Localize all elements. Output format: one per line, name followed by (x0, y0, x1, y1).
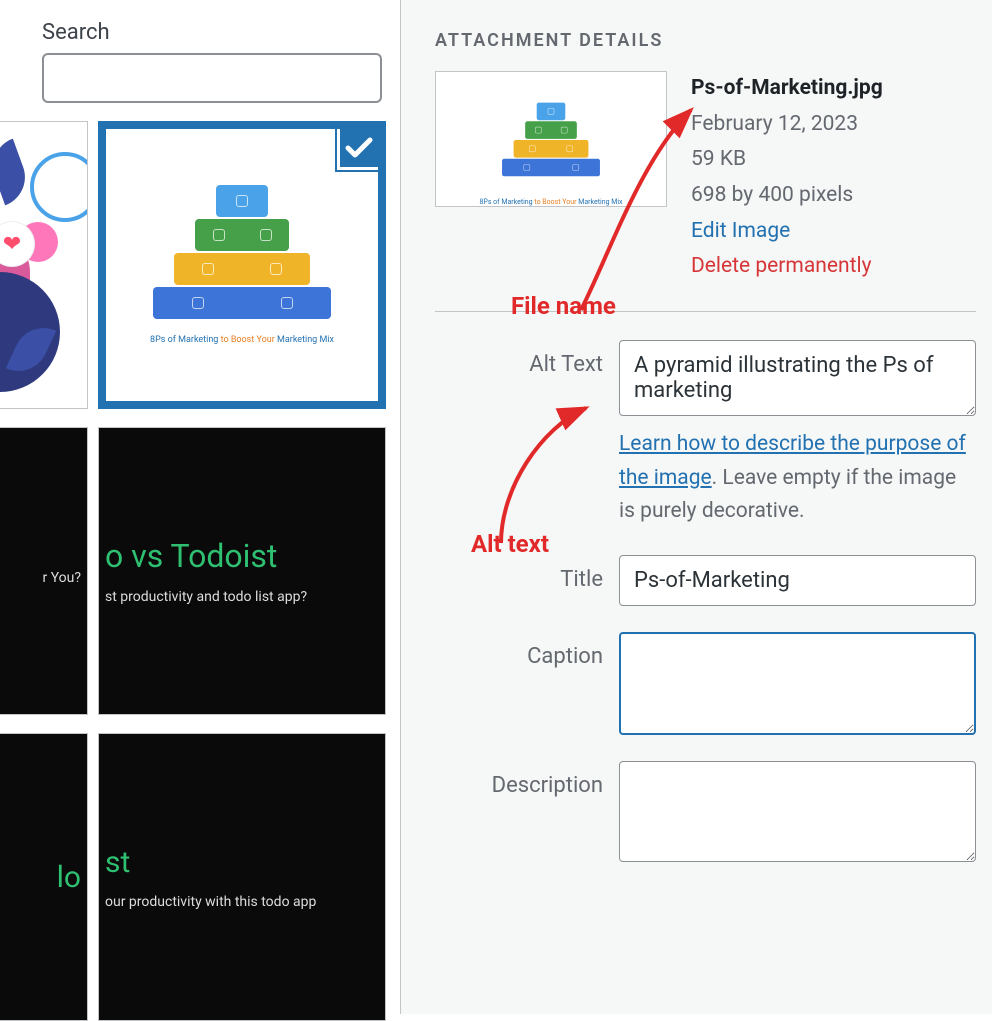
alt-text-label: Alt Text (435, 340, 603, 377)
alt-text-help: Learn how to describe the purpose of the… (619, 428, 976, 529)
search-input[interactable] (42, 53, 382, 103)
caption-label: Caption (435, 632, 603, 669)
thumb-pyramid-selected[interactable]: 8Ps of Marketing to Boost Your Marketing… (98, 121, 386, 409)
panel-heading: ATTACHMENT DETAILS (435, 30, 976, 51)
search-label: Search (42, 20, 392, 45)
annotation-filename: File name (511, 292, 616, 320)
attachment-dimensions: 698 by 400 pixels (691, 178, 883, 214)
thumb-sub: r You? (6, 570, 87, 586)
thumb-sub: our productivity with this todo app (105, 894, 385, 910)
checkmark-icon (337, 126, 381, 170)
thumb-caption: 8Ps of Marketing to Boost Your Marketing… (150, 335, 334, 345)
caption-input[interactable] (619, 632, 976, 735)
attachment-size: 59 KB (691, 142, 883, 178)
thumb-black-1[interactable]: o vs Todoist st productivity and todo li… (98, 427, 386, 715)
edit-image-link[interactable]: Edit Image (691, 214, 883, 250)
thumb-illustration[interactable] (0, 121, 88, 409)
thumb-black-2[interactable]: st our productivity with this todo app (98, 733, 386, 1021)
title-label: Title (435, 555, 603, 592)
description-label: Description (435, 761, 603, 798)
delete-permanently-link[interactable]: Delete permanently (691, 249, 883, 285)
thumb-title: lo (6, 860, 87, 895)
alt-text-input[interactable]: A pyramid illustrating the Ps of marketi… (619, 340, 976, 416)
thumb-title: st (105, 845, 385, 880)
attachment-preview: 8Ps of Marketing to Boost Your Marketing… (435, 71, 667, 207)
description-input[interactable] (619, 761, 976, 862)
thumb-black-left-2[interactable]: lo (0, 733, 88, 1021)
title-input[interactable] (619, 555, 976, 606)
attachment-filename: Ps-of-Marketing.jpg (691, 71, 883, 107)
attachment-date: February 12, 2023 (691, 107, 883, 143)
thumb-black-left-1[interactable]: r You? (0, 427, 88, 715)
annotation-alttext: Alt text (471, 530, 549, 558)
thumb-sub: st productivity and todo list app? (105, 589, 385, 605)
thumb-title: o vs Todoist (105, 537, 385, 575)
